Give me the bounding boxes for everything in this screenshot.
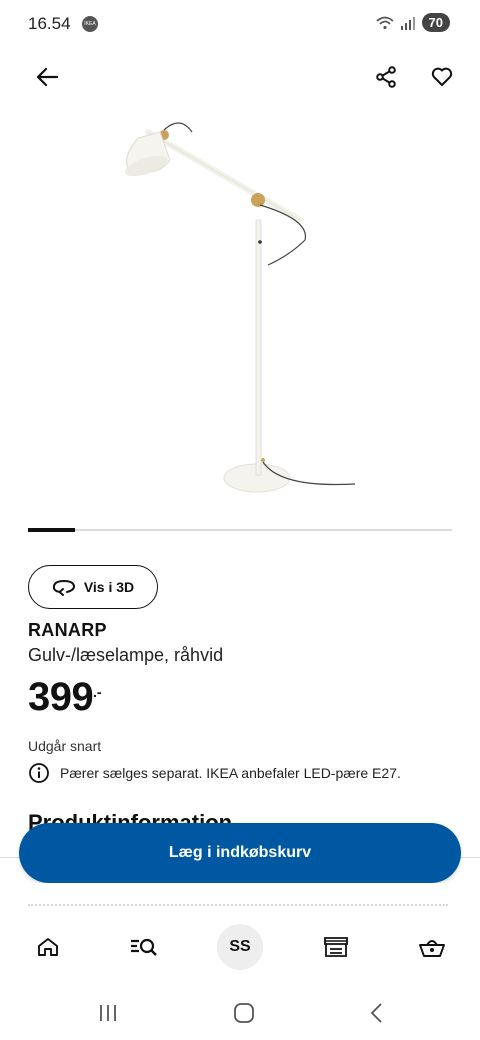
back-arrow-icon (36, 67, 58, 87)
home-icon (38, 938, 58, 956)
signal-icon (400, 16, 415, 30)
carousel-track (28, 529, 452, 531)
rotate-3d-icon (52, 579, 75, 596)
price-suffix: .- (93, 684, 102, 700)
bulb-info-note: Pærer sælges separat. IKEA anbefaler LED… (28, 762, 401, 784)
product-price: 399 (28, 675, 94, 719)
status-icons: 70 (375, 13, 450, 32)
back-button[interactable] (27, 57, 67, 97)
product-description: Gulv-/læselampe, råhvid (28, 645, 224, 665)
heart-icon (431, 67, 453, 86)
home-circle-icon[interactable] (233, 1002, 255, 1024)
product-name: RANARP (28, 620, 107, 640)
nav-home[interactable] (24, 923, 72, 971)
battery-indicator: 70 (421, 13, 450, 32)
share-icon (376, 66, 396, 88)
info-note-text: Pærer sælges separat. IKEA anbefaler LED… (60, 765, 401, 781)
search-list-icon (131, 938, 157, 956)
share-button[interactable] (366, 57, 406, 97)
availability-status: Udgår snart (28, 738, 102, 754)
app-notification-badge: IKEA (82, 16, 98, 32)
nav-basket[interactable] (408, 923, 456, 971)
product-image[interactable] (100, 110, 380, 510)
info-icon (29, 763, 49, 783)
basket-icon (419, 940, 445, 957)
view-3d-label: Vis i 3D (83, 579, 135, 595)
carousel-active-indicator (28, 528, 75, 532)
system-back-icon[interactable] (369, 1002, 383, 1024)
recent-apps-icon[interactable] (97, 1003, 119, 1023)
store-icon (324, 937, 348, 957)
system-navigation-bar (0, 990, 480, 1036)
scrolled-content-hint (28, 904, 448, 912)
nav-search[interactable] (120, 923, 168, 971)
bottom-navigation: SS (0, 915, 480, 979)
status-time: 16.54 (28, 14, 71, 33)
add-to-cart-button[interactable]: Læg i indkøbskurv (19, 823, 461, 883)
nav-stores[interactable] (312, 923, 360, 971)
wifi-icon (375, 16, 394, 29)
nav-profile[interactable]: SS (216, 923, 264, 971)
view-3d-button[interactable]: Vis i 3D (28, 565, 158, 609)
avatar: SS (217, 924, 263, 970)
favorite-button[interactable] (422, 57, 462, 97)
